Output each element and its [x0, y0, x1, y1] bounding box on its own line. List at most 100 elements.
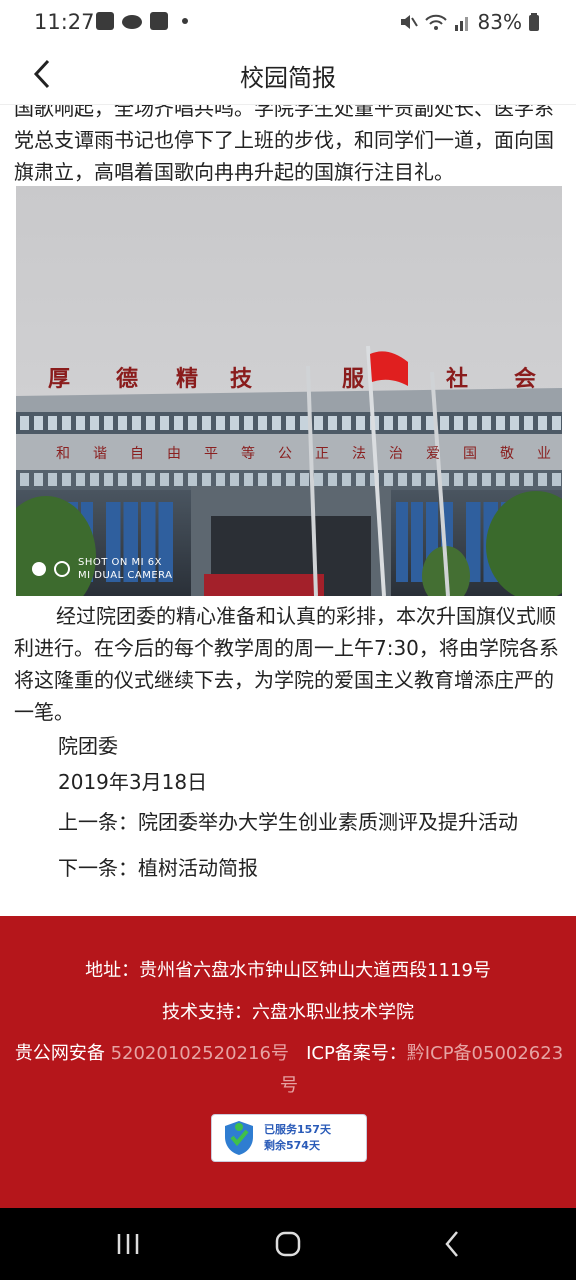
window-pane — [440, 416, 449, 430]
banner-char: 等 — [241, 445, 255, 462]
next-title[interactable]: 植树活动简报 — [138, 856, 258, 880]
wifi-icon — [424, 14, 447, 30]
shield-icon — [225, 1121, 253, 1155]
camera-ring-icon — [54, 561, 70, 577]
window-pane — [482, 416, 491, 430]
window-pane — [174, 416, 183, 430]
next-article-link[interactable]: 下一条：植树活动简报 — [0, 852, 576, 884]
window-pane — [244, 416, 253, 430]
flag-ceremony-image: 厚 德 精 技 服 社 会 和 谐 自 由 平 等 公 正 法 治 爱 国 敬 业 — [16, 186, 562, 596]
banner-char: 公 — [278, 446, 292, 462]
signal-icon — [454, 17, 468, 31]
window-pane — [328, 416, 337, 430]
window-pane — [160, 473, 169, 486]
recents-button[interactable] — [108, 1226, 148, 1262]
battery-percent: 83% — [477, 10, 522, 34]
page-title: 校园简报 — [240, 64, 336, 92]
window-pane — [34, 416, 43, 430]
window-pane — [328, 473, 337, 486]
window-pane — [104, 416, 113, 430]
article-after-photo: 经过院团委的精心准备和认真的彩排，本次升国旗仪式顺利进行。在今后的每个教学周的周… — [0, 600, 576, 884]
article-date: 2019年3月18日 — [58, 770, 208, 794]
window-pane — [384, 473, 393, 486]
window-pane — [300, 473, 309, 486]
window-pane — [230, 473, 239, 486]
article-author: 院团委 — [58, 734, 118, 758]
window-pane — [90, 473, 99, 486]
window-pane — [146, 416, 155, 430]
article-paragraph-bottom: 经过院团委的精心准备和认真的彩排，本次升国旗仪式顺利进行。在今后的每个教学周的周… — [14, 604, 559, 724]
banner-char: 敬 — [500, 446, 514, 462]
banner-char: 由 — [167, 446, 181, 462]
window-pane — [62, 416, 71, 430]
window-pane — [272, 416, 281, 430]
next-label: 下一条： — [58, 856, 138, 880]
notification-icons — [96, 12, 188, 30]
window-pane — [454, 416, 463, 430]
window-pane — [426, 473, 435, 486]
window-pane — [76, 416, 85, 430]
window-pane — [230, 416, 239, 430]
window-pane — [104, 473, 113, 486]
back-nav-button[interactable] — [432, 1226, 472, 1262]
checkbox-icon — [150, 12, 168, 30]
status-time: 11:27 — [34, 10, 95, 34]
window-pane — [258, 473, 267, 486]
footer-registration: 贵公网安备 52020102520216号 ICP备案号：黔ICP备050026… — [14, 1038, 564, 1102]
article-photo[interactable]: 厚 德 精 技 服 社 会 和 谐 自 由 平 等 公 正 法 治 爱 国 敬 业 SHOT ON MI 6X MI … — [16, 186, 562, 596]
window-pane — [272, 473, 281, 486]
article-content[interactable]: 国歌响起，全场齐唱共鸣。学院学生处董平贵副处长、医学系党总支谭雨书记也停下了上班… — [0, 92, 576, 914]
banner-char: 爱 — [426, 446, 440, 462]
banner-char: 治 — [389, 446, 403, 462]
camera-dot-icon — [32, 562, 46, 576]
window-pane — [174, 473, 183, 486]
banner-char: 正 — [315, 446, 329, 462]
window-pane — [76, 473, 85, 486]
banner-char: 谐 — [93, 446, 107, 462]
window-pane — [552, 416, 561, 430]
window-pane — [118, 473, 127, 486]
window-pane — [342, 473, 351, 486]
site-footer: 地址：贵州省六盘水市钟山区钟山大道西段1119号 技术支持：六盘水职业技术学院 … — [0, 916, 576, 1208]
banner-char: 业 — [537, 446, 551, 462]
window-pane — [286, 416, 295, 430]
building-sign-char: 精 — [176, 366, 198, 392]
window-pane — [20, 416, 29, 430]
building-sign-char: 德 — [116, 366, 138, 392]
window-pane — [412, 416, 421, 430]
system-icons: 83% — [398, 10, 540, 34]
window-pane — [188, 473, 197, 486]
window-pane — [202, 416, 211, 430]
window-pane — [216, 416, 225, 430]
window-pane — [160, 416, 169, 430]
window-pane — [398, 473, 407, 486]
watermark-line2: MI DUAL CAMERA — [78, 570, 173, 581]
home-icon — [275, 1231, 301, 1257]
window-pane — [90, 416, 99, 430]
police-number-link[interactable]: 52020102520216号 — [111, 1043, 289, 1064]
home-button[interactable] — [268, 1226, 308, 1262]
building-sign-char: 厚 — [48, 366, 70, 392]
window-pane — [118, 416, 127, 430]
blue-glass-panel — [396, 502, 408, 582]
badge-line1: 已服务157天 — [264, 1123, 331, 1136]
banner-char: 和 — [56, 446, 70, 462]
window-pane — [48, 416, 57, 430]
window-pane — [524, 416, 533, 430]
window-pane — [20, 473, 29, 486]
window-pane — [314, 473, 323, 486]
prev-title[interactable]: 院团委举办大学生创业素质测评及提升活动 — [138, 810, 518, 834]
service-badge[interactable]: 已服务157天 剩余574天 — [211, 1114, 367, 1162]
more-dot-icon — [182, 18, 188, 24]
banner-char: 国 — [463, 446, 477, 462]
badge-line2: 剩余574天 — [264, 1139, 320, 1152]
window-pane — [510, 416, 519, 430]
building-sign-char: 服 — [342, 366, 365, 392]
window-pane — [188, 416, 197, 430]
prev-article-link[interactable]: 上一条：院团委举办大学生创业素质测评及提升活动 — [0, 806, 576, 838]
window-pane — [342, 416, 351, 430]
icp-label: ICP备案号： — [306, 1043, 407, 1064]
window-pane — [202, 473, 211, 486]
recents-icon — [117, 1234, 139, 1254]
footer-support: 技术支持：六盘水职业技术学院 — [162, 1002, 414, 1023]
